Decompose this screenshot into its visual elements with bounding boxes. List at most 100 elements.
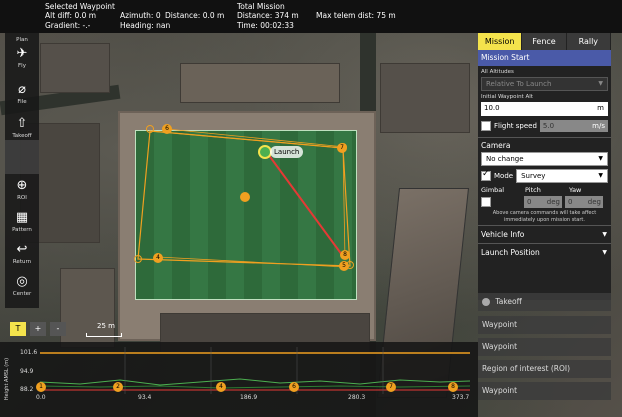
waypoint-marker[interactable]: 8 bbox=[340, 250, 350, 260]
path-segment bbox=[166, 128, 346, 148]
chart-waypoint-marker[interactable]: 2 bbox=[113, 382, 123, 392]
return-path bbox=[267, 153, 346, 260]
file-label: File bbox=[17, 99, 27, 105]
center-tool[interactable]: ◎ Center bbox=[5, 274, 39, 298]
chart-waypoint-marker[interactable]: 7 bbox=[386, 382, 396, 392]
zoom-out-button[interactable]: - bbox=[50, 322, 66, 336]
terrain-profile bbox=[39, 385, 471, 389]
x-tick: 373.7 bbox=[452, 394, 470, 401]
pattern-tool[interactable]: ▦ Pattern bbox=[5, 210, 39, 234]
vehicle-info-label: Vehicle Info bbox=[481, 230, 525, 239]
waypoint-marker[interactable]: 6 bbox=[162, 124, 172, 134]
waypoint-marker[interactable]: 5 bbox=[339, 261, 349, 271]
azimuth: Azimuth: 0 bbox=[120, 11, 161, 20]
initial-alt-input[interactable]: 10.0 m bbox=[481, 102, 608, 116]
mission-item-waypoint[interactable]: Waypoint bbox=[478, 338, 611, 356]
roi-label: ROI bbox=[17, 195, 27, 201]
center-marker[interactable] bbox=[240, 192, 250, 202]
flight-speed-row: Flight speed 5.0 m/s bbox=[481, 119, 608, 133]
pattern-icon: ▦ bbox=[15, 210, 29, 225]
waypoint-marker[interactable]: 7 bbox=[337, 143, 347, 153]
camera-label: Camera bbox=[478, 137, 611, 150]
chevron-down-icon: ▼ bbox=[598, 80, 603, 87]
mission-item-roi[interactable]: Region of interest (ROI) bbox=[478, 360, 611, 378]
gimbal-checkbox[interactable] bbox=[481, 197, 491, 207]
flight-speed-input[interactable]: 5.0 m/s bbox=[539, 120, 608, 132]
total-mission-label: Total Mission bbox=[237, 2, 285, 11]
pitch-unit: deg bbox=[546, 198, 560, 206]
path-segment bbox=[157, 256, 346, 268]
return-label: Return bbox=[12, 259, 32, 265]
camera-select[interactable]: No change ▼ bbox=[481, 152, 608, 166]
tab-mission[interactable]: Mission bbox=[478, 33, 523, 50]
gimbal-labels: Gimbal Pitch Yaw bbox=[478, 186, 611, 194]
mission-item-label: Waypoint bbox=[482, 386, 518, 395]
waypoint-marker[interactable]: 4 bbox=[153, 253, 163, 263]
file-icon: ⌀ bbox=[18, 82, 26, 97]
launch-position-section[interactable]: Launch Position ▼ bbox=[478, 243, 611, 261]
zoom-in-button[interactable]: + bbox=[30, 322, 46, 336]
chart-waypoint-marker[interactable]: 8 bbox=[448, 382, 458, 392]
file-tool[interactable]: ⌀ File bbox=[5, 82, 39, 106]
all-altitudes-label: All Altitudes bbox=[481, 69, 514, 75]
flight-speed-unit: m/s bbox=[592, 122, 605, 130]
disabled-tool bbox=[5, 140, 39, 174]
center-label: Center bbox=[12, 291, 32, 297]
alt-diff: Alt diff: 0.0 m bbox=[45, 11, 97, 20]
mode-row: Mode Survey ▼ bbox=[481, 169, 608, 183]
pattern-label: Pattern bbox=[12, 227, 32, 233]
launch-position-label: Launch Position bbox=[481, 248, 540, 257]
roi-tool[interactable]: ⊕ ROI bbox=[5, 178, 39, 202]
chart-waypoint-marker[interactable]: 1 bbox=[36, 382, 46, 392]
distance: Distance: 0.0 m bbox=[165, 11, 225, 20]
initial-alt-value: 10.0 bbox=[484, 104, 500, 112]
camera-note: Above camera commands will take affect i… bbox=[492, 210, 597, 223]
mission-item-label: Takeoff bbox=[495, 297, 522, 306]
mission-start-header[interactable]: Mission Start bbox=[478, 50, 611, 66]
mission-time: Time: 00:02:33 bbox=[237, 21, 294, 30]
tool-toggle-button[interactable]: T bbox=[10, 322, 26, 336]
yaw-input[interactable]: 0 deg bbox=[565, 196, 603, 208]
mission-item-takeoff[interactable]: Takeoff bbox=[478, 293, 611, 311]
vehicle-info-section[interactable]: Vehicle Info ▼ bbox=[478, 225, 611, 243]
scale-label: 25 m bbox=[97, 322, 115, 330]
roi-icon: ⊕ bbox=[16, 178, 28, 193]
takeoff-icon: ⇧ bbox=[16, 116, 28, 131]
initial-alt-unit: m bbox=[597, 104, 604, 112]
chart-waypoint-marker[interactable]: 6 bbox=[289, 382, 299, 392]
mission-item-label: Waypoint bbox=[482, 320, 518, 329]
tab-rally[interactable]: Rally bbox=[566, 33, 611, 50]
tab-fence[interactable]: Fence bbox=[522, 33, 567, 50]
mode-select[interactable]: Survey ▼ bbox=[516, 169, 608, 183]
chevron-down-icon: ▼ bbox=[602, 231, 607, 238]
pitch-input[interactable]: 0 deg bbox=[524, 196, 562, 208]
mission-panel: Mission Fence Rally Mission Start All Al… bbox=[478, 33, 611, 300]
flight-speed-checkbox[interactable] bbox=[481, 121, 491, 131]
crosshair-icon: ◎ bbox=[16, 274, 28, 289]
mode-checkbox[interactable] bbox=[481, 169, 491, 181]
plan-tabs: Mission Fence Rally bbox=[478, 33, 611, 50]
total-distance: Distance: 374 m bbox=[237, 11, 299, 20]
return-tool[interactable]: ↩ Return bbox=[5, 242, 39, 266]
fly-tool[interactable]: ✈ Fly bbox=[5, 46, 39, 70]
paper-plane-icon: ✈ bbox=[16, 46, 28, 61]
chevron-down-icon: ▼ bbox=[602, 249, 607, 256]
return-icon: ↩ bbox=[16, 242, 28, 257]
pitch-label: Pitch bbox=[525, 186, 541, 194]
mission-item-label: Region of interest (ROI) bbox=[482, 364, 571, 373]
mission-item-waypoint[interactable]: Waypoint bbox=[478, 316, 611, 334]
takeoff-label: Takeoff bbox=[12, 133, 32, 139]
gradient: Gradient: -.- bbox=[45, 21, 91, 30]
altitude-mode-select[interactable]: Relative To Launch ▼ bbox=[481, 77, 608, 91]
mission-item-waypoint[interactable]: Waypoint bbox=[478, 382, 611, 400]
yaw-unit: deg bbox=[587, 198, 601, 206]
scale-bar bbox=[86, 333, 122, 337]
altitude-mode-value: Relative To Launch bbox=[486, 80, 552, 88]
launch-label: Launch bbox=[270, 146, 304, 158]
initial-alt-label: Initial Waypoint Alt bbox=[481, 94, 533, 100]
takeoff-tool[interactable]: ⇧ Takeoff bbox=[5, 116, 39, 140]
x-tick: 186.9 bbox=[240, 394, 258, 401]
chevron-down-icon: ▼ bbox=[598, 155, 603, 162]
chart-waypoint-marker[interactable]: 4 bbox=[216, 382, 226, 392]
heading: Heading: nan bbox=[120, 21, 171, 30]
